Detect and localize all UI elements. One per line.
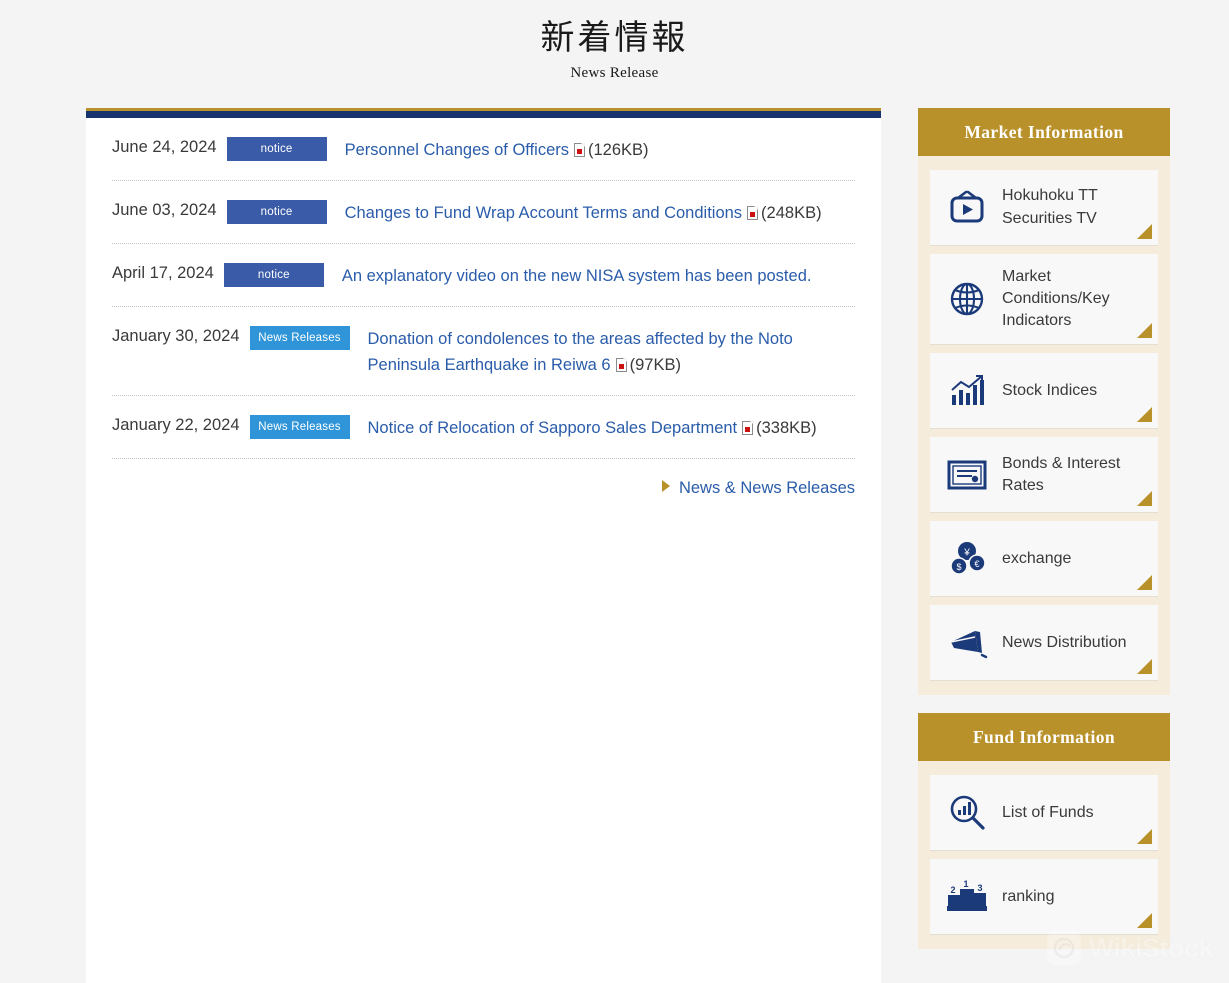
sidebar-item[interactable]: 1 2 3 ranking xyxy=(930,859,1158,936)
news-title-link[interactable]: An explanatory video on the new NISA sys… xyxy=(324,262,855,289)
news-badge-wrap: notice xyxy=(214,262,324,288)
news-panel: June 24, 2024 notice Personnel Changes of … xyxy=(86,108,881,983)
pdf-icon xyxy=(747,205,759,221)
coins-icon: ¥ € $ xyxy=(944,538,990,580)
sidebar-item[interactable]: Market Conditions/Key Indicators xyxy=(930,254,1158,346)
sidebar-block-heading: Fund Information xyxy=(918,713,1170,762)
sidebar-item-label: exchange xyxy=(1002,549,1072,567)
page-root: 新着情報 News Release June 24, 2024 notice Per… xyxy=(0,0,1229,983)
news-row: June 03, 2024 notice Changes to Fund Wrap … xyxy=(112,181,855,245)
sidebar-item-label: Market Conditions/Key Indicators xyxy=(1002,268,1110,330)
sidebar-block-heading: Market Information xyxy=(918,108,1170,156)
news-row: January 22, 2024 News Releases Notice of R… xyxy=(112,396,855,460)
sidebar-item-label: Hokuhoku TT Securities TV xyxy=(1002,187,1098,227)
news-and-releases-label: News & News Releases xyxy=(678,479,855,498)
page-title-english: News Release xyxy=(570,64,659,81)
podium-icon: 1 2 3 xyxy=(944,876,990,918)
news-title-text: Donation of condolences to the areas aff… xyxy=(367,330,793,375)
news-date: April 17, 2024 xyxy=(112,264,214,283)
news-category-badge: notice xyxy=(226,137,327,161)
news-title-text: Changes to Fund Wrap Account Terms and C… xyxy=(344,204,743,223)
svg-text:$: $ xyxy=(956,562,961,572)
news-badge-wrap: News Releases xyxy=(240,414,350,440)
news-title-text: Notice of Relocation of Sapporo Sales De… xyxy=(367,419,738,438)
file-size-label: (248KB) xyxy=(761,204,822,223)
news-date: January 30, 2024 xyxy=(112,327,240,346)
sidebar-item-label: News Distribution xyxy=(1002,633,1127,651)
sidebar-item[interactable]: List of Funds xyxy=(930,775,1158,852)
svg-text:€: € xyxy=(974,559,979,569)
triangle-bullet-icon xyxy=(661,480,670,493)
sidebar-block-panel: List of Funds 1 2 3 ranking xyxy=(918,761,1170,950)
svg-text:¥: ¥ xyxy=(963,547,970,558)
globe-icon xyxy=(944,278,990,320)
bar-chart-icon xyxy=(944,370,990,412)
news-list: June 24, 2024 notice Personnel Changes of … xyxy=(86,118,881,983)
sidebar-block: Market Information Hokuhoku TT Securitie… xyxy=(918,108,1170,696)
svg-text:3: 3 xyxy=(977,883,982,893)
news-title-link[interactable]: Notice of Relocation of Sapporo Sales De… xyxy=(350,414,855,441)
news-date: June 03, 2024 xyxy=(112,201,217,220)
more-link-row: News & News Releases xyxy=(112,459,855,514)
pdf-icon xyxy=(574,142,586,157)
sidebar-item[interactable]: Stock Indices xyxy=(930,353,1158,430)
sidebar: Market Information Hokuhoku TT Securitie… xyxy=(918,108,1170,967)
news-row: January 30, 2024 News Releases Donation of… xyxy=(112,307,855,397)
sidebar-item[interactable]: News Distribution xyxy=(930,605,1158,682)
news-badge-wrap: notice xyxy=(217,199,327,225)
panel-top-navy-rule xyxy=(86,111,881,118)
pdf-icon xyxy=(615,357,627,373)
page-layout: June 24, 2024 notice Personnel Changes of … xyxy=(0,108,1229,983)
file-size-label: (97KB) xyxy=(629,356,681,375)
news-badge-wrap: notice xyxy=(217,136,327,161)
news-badge-wrap: News Releases xyxy=(240,325,350,351)
megaphone-icon xyxy=(944,622,990,664)
fund-search-icon xyxy=(944,792,990,834)
sidebar-item-label: List of Funds xyxy=(1002,803,1094,821)
page-header: 新着情報 News Release xyxy=(0,0,1229,82)
pdf-icon xyxy=(742,420,754,436)
news-and-releases-link[interactable]: News & News Releases xyxy=(661,479,855,498)
news-title-text: An explanatory video on the new NISA sys… xyxy=(341,267,812,286)
news-date: January 22, 2024 xyxy=(112,416,240,435)
news-title-link[interactable]: Personnel Changes of Officers (126KB) xyxy=(327,136,855,163)
news-row: April 17, 2024 notice An explanatory video… xyxy=(112,244,855,308)
file-size-label: (126KB) xyxy=(588,141,649,159)
sidebar-item[interactable]: Hokuhoku TT Securities TV xyxy=(930,170,1158,246)
sidebar-item-label: ranking xyxy=(1002,887,1055,905)
page-title-japanese: 新着情報 xyxy=(540,20,689,57)
tv-icon xyxy=(944,187,990,229)
sidebar-block: Fund Information List of Funds 1 2 3 ran… xyxy=(918,713,1170,950)
sidebar-item[interactable]: ¥ € $ exchange xyxy=(930,521,1158,598)
sidebar-item-label: Bonds & Interest Rates xyxy=(1002,454,1121,494)
news-category-badge: notice xyxy=(226,200,327,225)
news-category-badge: notice xyxy=(223,263,324,288)
news-title-text: Personnel Changes of Officers xyxy=(344,141,569,159)
sidebar-item-label: Stock Indices xyxy=(1002,381,1098,399)
news-category-badge: News Releases xyxy=(249,415,350,440)
news-category-badge: News Releases xyxy=(249,326,350,351)
news-date: June 24, 2024 xyxy=(112,138,217,156)
svg-text:2: 2 xyxy=(950,885,955,895)
news-title-link[interactable]: Changes to Fund Wrap Account Terms and C… xyxy=(327,199,855,226)
svg-text:1: 1 xyxy=(963,880,968,889)
news-title-link[interactable]: Donation of condolences to the areas aff… xyxy=(350,325,855,378)
sidebar-block-panel: Hokuhoku TT Securities TV Market Conditi… xyxy=(918,156,1170,696)
file-size-label: (338KB) xyxy=(756,419,817,438)
certificate-icon xyxy=(944,454,990,496)
news-row: June 24, 2024 notice Personnel Changes of … xyxy=(112,118,855,182)
sidebar-item[interactable]: Bonds & Interest Rates xyxy=(930,437,1158,514)
